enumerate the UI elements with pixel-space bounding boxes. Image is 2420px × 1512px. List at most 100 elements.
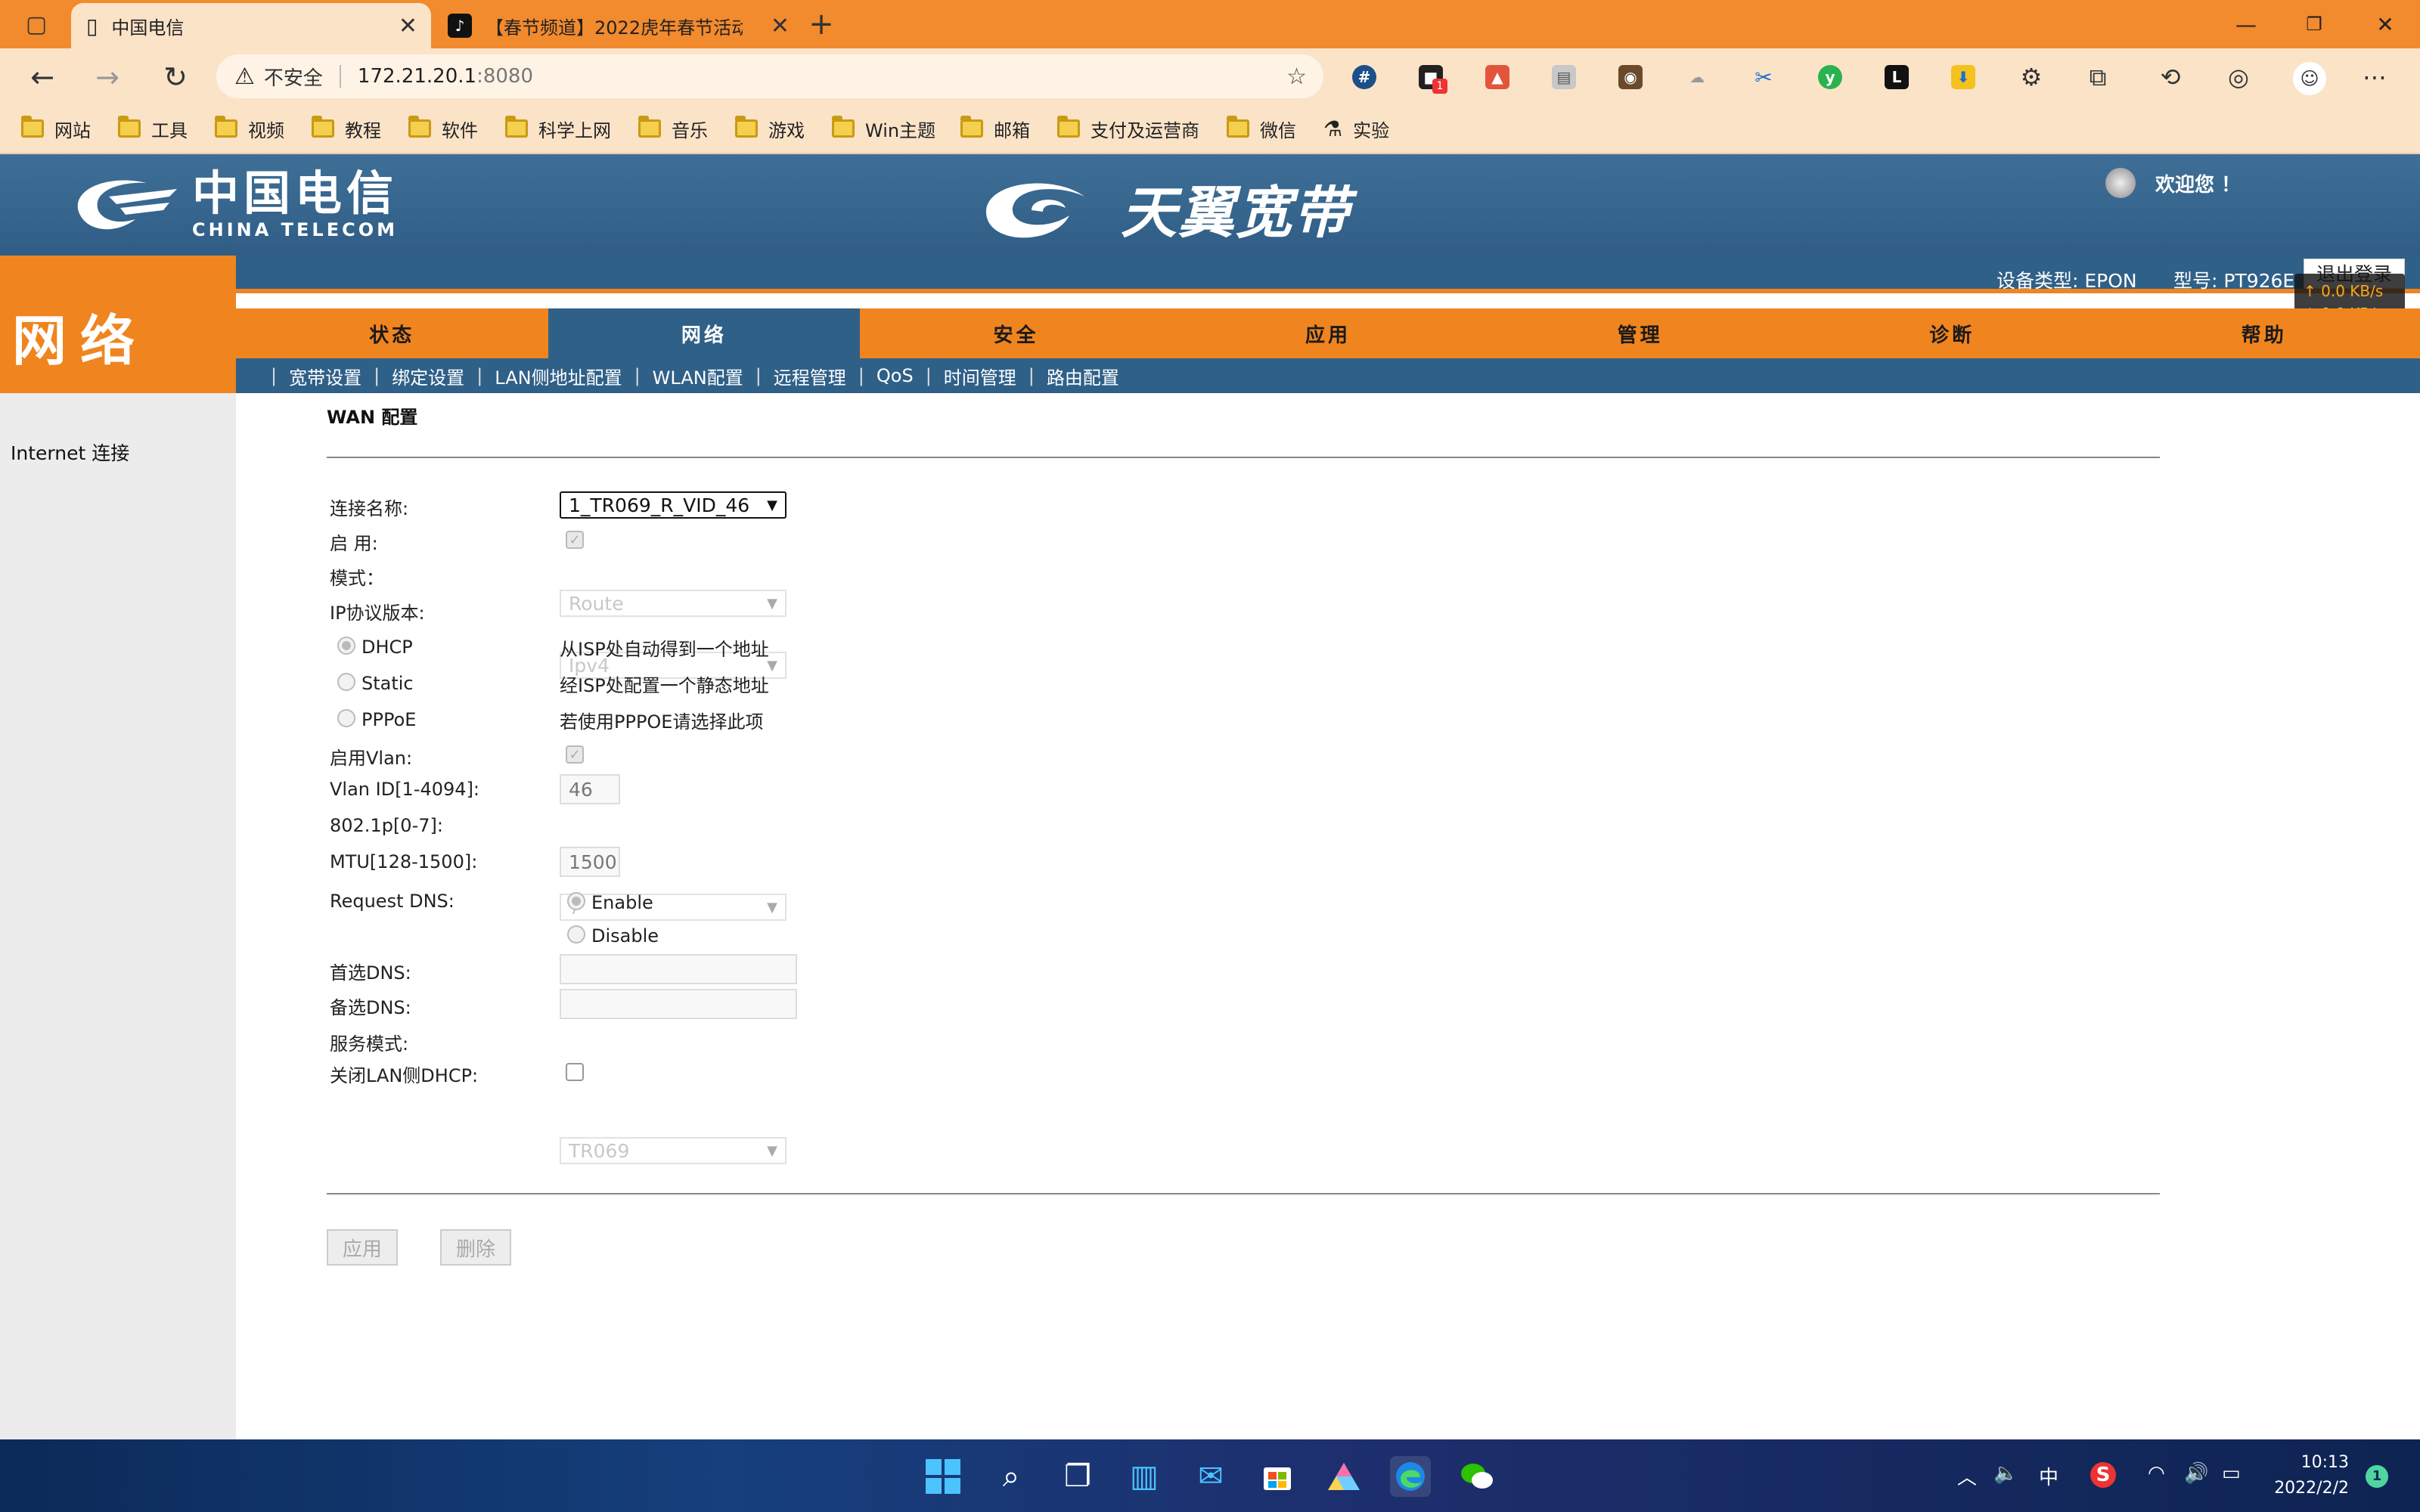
subnav-binding[interactable]: 绑定设置 [392,363,464,389]
nav-network[interactable]: 网络 [548,308,861,358]
task-view-icon[interactable]: ❐ [1057,1456,1098,1497]
folder-icon [408,116,431,138]
extensions-icon[interactable]: ⚙ [2016,62,2046,92]
scissors-extension-icon[interactable]: ✂ [1751,65,1776,90]
nav-help[interactable]: 帮助 [2108,308,2420,358]
address-bar[interactable]: ⚠ 不安全 172.21.20.1:8080 ☆ [216,54,1323,98]
image-extension-icon[interactable]: ▲ [1485,65,1509,89]
subnav-broadband[interactable]: 宽带设置 [289,363,361,389]
profile-avatar[interactable]: ☺ [2293,62,2326,95]
bookmark-folder[interactable]: 网站 [21,113,91,144]
enable-checkbox[interactable]: ✓ [566,531,584,549]
reader-extension-icon[interactable]: ▤ [1552,65,1576,89]
y-extension-icon[interactable]: y [1818,65,1842,89]
speaker-icon[interactable]: 🔊 [2184,1462,2208,1485]
nav-application[interactable]: 应用 [1172,308,1485,358]
select-value: 1_TR069_R_VID_46 [569,494,750,516]
hash-extension-icon[interactable]: # [1352,65,1376,89]
vlan-enable-checkbox[interactable]: ✓ [566,745,584,764]
bookmark-lab[interactable]: ⚗ 实验 [1323,113,1389,144]
bookmark-folder[interactable]: 视频 [215,113,284,144]
wechat-icon[interactable] [1457,1456,1497,1497]
new-tab-button[interactable]: + [802,5,841,44]
nav-status[interactable]: 状态 [236,308,548,358]
bookmark-folder[interactable]: 支付及运营商 [1057,113,1199,144]
bookmark-folder[interactable]: 微信 [1227,113,1296,144]
clock-time: 10:13 [2301,1453,2349,1472]
tab-actions-icon[interactable]: ▢ [17,5,56,44]
avatar-extension-icon[interactable]: ◉ [1618,65,1643,89]
history-icon[interactable]: ⟲ [2155,62,2186,92]
vlan-id-input[interactable]: 46 [560,774,620,804]
wifi-icon[interactable]: ◠ [2148,1462,2165,1485]
folder-icon [735,116,758,138]
mail-icon[interactable]: ✉ [1190,1456,1231,1497]
nav-management[interactable]: 管理 [1484,308,1796,358]
cloud-extension-icon[interactable]: ☁ [1685,65,1709,89]
back-button[interactable]: ← [23,57,62,97]
bookmark-folder[interactable]: 软件 [408,113,478,144]
performance-icon[interactable]: ◎ [2223,62,2254,92]
bookmark-folder[interactable]: 教程 [312,113,381,144]
tab-china-telecom[interactable]: ▯ 中国电信 ✕ [71,3,431,48]
mode-select[interactable]: Route ▼ [560,590,786,617]
widgets-icon[interactable]: ▥ [1124,1456,1165,1497]
subnav-qos[interactable]: QoS [876,365,914,386]
edge-icon[interactable] [1390,1456,1431,1497]
secondary-dns-input[interactable] [560,989,797,1019]
lan-dhcp-checkbox[interactable] [566,1063,584,1081]
sogou-icon[interactable]: S [2090,1462,2116,1488]
forward-button[interactable]: → [88,57,127,97]
start-icon[interactable] [923,1456,963,1497]
dns-enable-radio[interactable] [567,892,585,910]
menu-internet-connection[interactable]: Internet 连接 [11,438,129,466]
pppoe-radio[interactable] [337,709,355,727]
bookmark-folder[interactable]: 科学上网 [505,113,611,144]
page-icon: ▯ [86,13,98,39]
subnav-time[interactable]: 时间管理 [944,363,1016,389]
service-mode-select[interactable]: TR069 ▼ [560,1137,786,1164]
store-icon[interactable] [1257,1456,1298,1497]
window-close-button[interactable]: ✕ [2363,8,2408,41]
static-radio[interactable] [337,673,355,691]
bookmark-folder[interactable]: Win主题 [832,113,935,144]
bookmark-folder[interactable]: 邮箱 [960,113,1030,144]
ime-indicator[interactable]: 中 [2039,1462,2059,1490]
nav-security[interactable]: 安全 [860,308,1172,358]
subnav-remote[interactable]: 远程管理 [774,363,846,389]
dhcp-radio[interactable] [337,637,355,655]
refresh-button[interactable]: ↻ [156,57,195,97]
collections-icon[interactable]: ⧉ [2083,62,2113,92]
dns-disable-radio[interactable] [567,925,585,943]
show-hidden-icons[interactable]: ︿ [1957,1462,1977,1490]
photos-icon[interactable] [1323,1456,1364,1497]
search-icon[interactable]: ⌕ [991,1456,1032,1497]
delete-button[interactable]: 删除 [440,1229,511,1266]
subnav-route[interactable]: 路由配置 [1047,363,1119,389]
request-dns-label: Request DNS: [330,891,455,912]
restore-button[interactable]: ❐ [2291,8,2337,41]
bookmark-folder[interactable]: 游戏 [735,113,805,144]
battery-icon[interactable]: ▭ [2222,1462,2241,1485]
volume-icon[interactable]: 🔈 [1993,1462,2018,1485]
subnav-wlan[interactable]: WLAN配置 [653,363,743,389]
apply-button[interactable]: 应用 [327,1229,398,1266]
bookmark-folder[interactable]: 工具 [118,113,188,144]
l-extension-icon[interactable]: L [1885,65,1909,89]
notification-badge[interactable]: 1 [2366,1465,2388,1488]
select-value: TR069 [569,1139,630,1162]
bookmark-folder[interactable]: 音乐 [638,113,708,144]
close-icon[interactable]: ✕ [771,13,790,39]
nav-diagnosis[interactable]: 诊断 [1796,308,2108,358]
system-clock[interactable]: 10:13 2022/2/2 [2266,1450,2349,1501]
connection-name-select[interactable]: 1_TR069_R_VID_46 ▼ [560,491,786,519]
download-extension-icon[interactable]: ⬇ [1951,65,1975,89]
subnav-lan[interactable]: LAN侧地址配置 [495,363,622,389]
mtu-input[interactable]: 1500 [560,847,620,877]
close-icon[interactable]: ✕ [399,13,417,39]
primary-dns-input[interactable] [560,954,797,984]
tab-spring-festival[interactable]: ♪ 【春节频道】2022虎年春节活动 ✕ [433,3,803,48]
minimize-button[interactable]: — [2223,8,2269,41]
add-favorite-icon[interactable]: ☆ [1286,64,1307,90]
more-icon[interactable]: ⋯ [2360,62,2390,92]
